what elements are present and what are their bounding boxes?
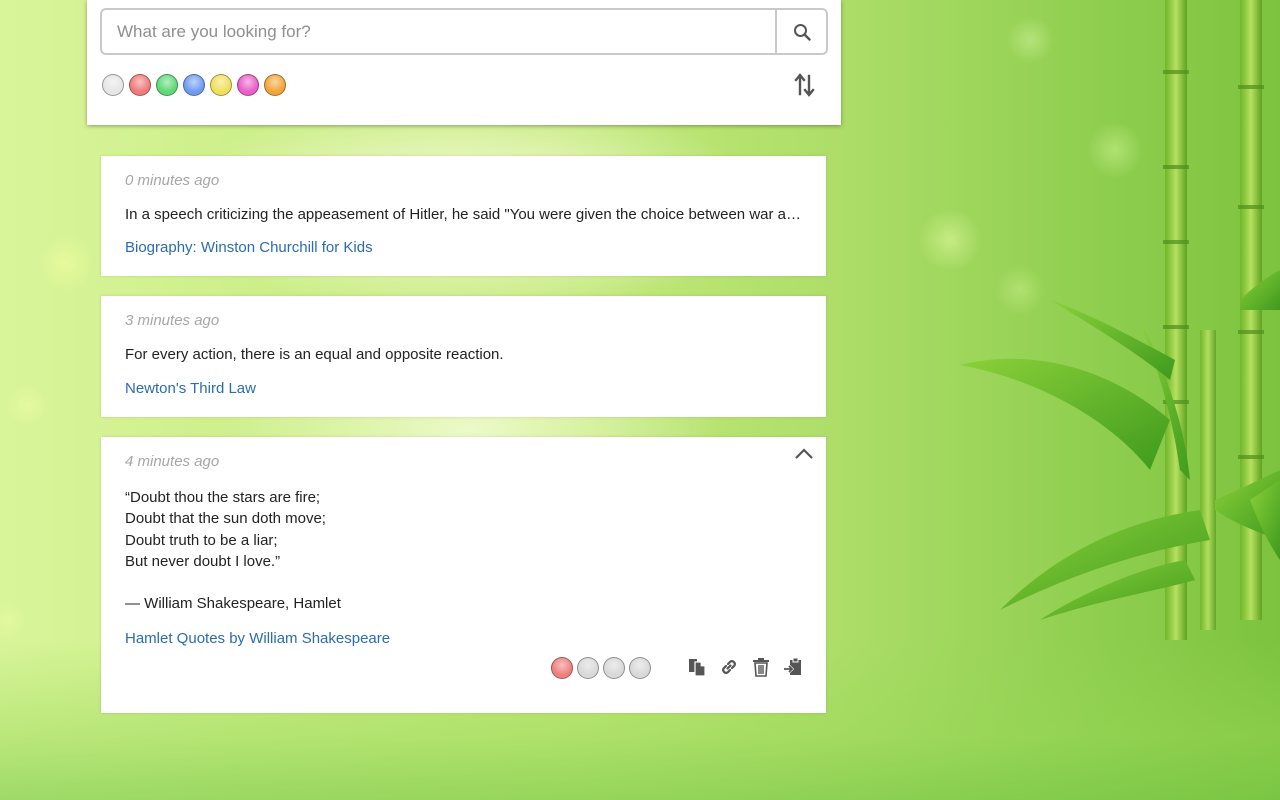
trash-icon <box>753 658 769 677</box>
search-button[interactable] <box>775 10 826 53</box>
color-filter-red[interactable] <box>129 74 151 96</box>
paste-button[interactable] <box>782 655 804 679</box>
copy-icon <box>689 659 706 677</box>
clip-color-red-selected[interactable] <box>551 657 573 679</box>
clip-timestamp: 3 minutes ago <box>125 312 220 329</box>
clip-card[interactable]: 0 minutes ago In a speech criticizing th… <box>101 156 826 276</box>
clip-color-grey[interactable] <box>577 657 599 679</box>
link-button[interactable] <box>718 655 740 679</box>
sort-icon <box>794 73 815 97</box>
clip-text-line <box>125 572 341 593</box>
clip-text: In a speech criticizing the appeasement … <box>125 206 802 223</box>
delete-button[interactable] <box>750 655 772 679</box>
color-filter-blue[interactable] <box>183 74 205 96</box>
clip-text: “Doubt thou the stars are fire; Doubt tha… <box>125 487 341 615</box>
copy-button[interactable] <box>686 655 708 679</box>
search-icon <box>793 23 811 41</box>
clip-text-line: — William Shakespeare, Hamlet <box>125 595 341 613</box>
clip-color-grey[interactable] <box>603 657 625 679</box>
color-filter-yellow[interactable] <box>210 74 232 96</box>
clip-text-line: “Doubt thou the stars are fire; <box>125 489 321 506</box>
clip-source-link[interactable]: Newton's Third Law <box>125 380 256 397</box>
clip-card[interactable]: 3 minutes ago For every action, there is… <box>101 296 826 417</box>
clip-timestamp: 4 minutes ago <box>125 453 220 470</box>
clip-timestamp: 0 minutes ago <box>125 172 220 189</box>
clip-source-link[interactable]: Hamlet Quotes by William Shakespeare <box>125 630 390 647</box>
color-filter-orange[interactable] <box>264 74 286 96</box>
color-filter-pink[interactable] <box>237 74 259 96</box>
clip-text: For every action, there is an equal and … <box>125 346 504 363</box>
clip-actions <box>686 655 804 679</box>
clip-text-line: Doubt truth to be a liar; <box>125 531 278 549</box>
sort-button[interactable] <box>793 72 817 98</box>
link-icon <box>722 660 736 674</box>
paste-icon <box>784 657 801 675</box>
clip-text-line: But never doubt I love.” <box>125 552 281 570</box>
clip-source-link[interactable]: Biography: Winston Churchill for Kids <box>125 239 373 256</box>
color-filter-row <box>102 74 286 96</box>
chevron-up-icon <box>795 448 813 459</box>
collapse-button[interactable] <box>793 446 815 462</box>
color-filter-green[interactable] <box>156 74 178 96</box>
search-box <box>100 8 828 55</box>
clip-card-expanded[interactable]: 4 minutes ago “Doubt thou the stars are … <box>101 437 826 713</box>
search-panel <box>87 0 841 125</box>
clip-text-line: Doubt that the sun doth move; <box>125 510 326 528</box>
clip-color-picker <box>551 657 651 679</box>
clip-color-grey[interactable] <box>629 657 651 679</box>
search-input[interactable] <box>102 10 775 53</box>
color-filter-white[interactable] <box>102 74 124 96</box>
